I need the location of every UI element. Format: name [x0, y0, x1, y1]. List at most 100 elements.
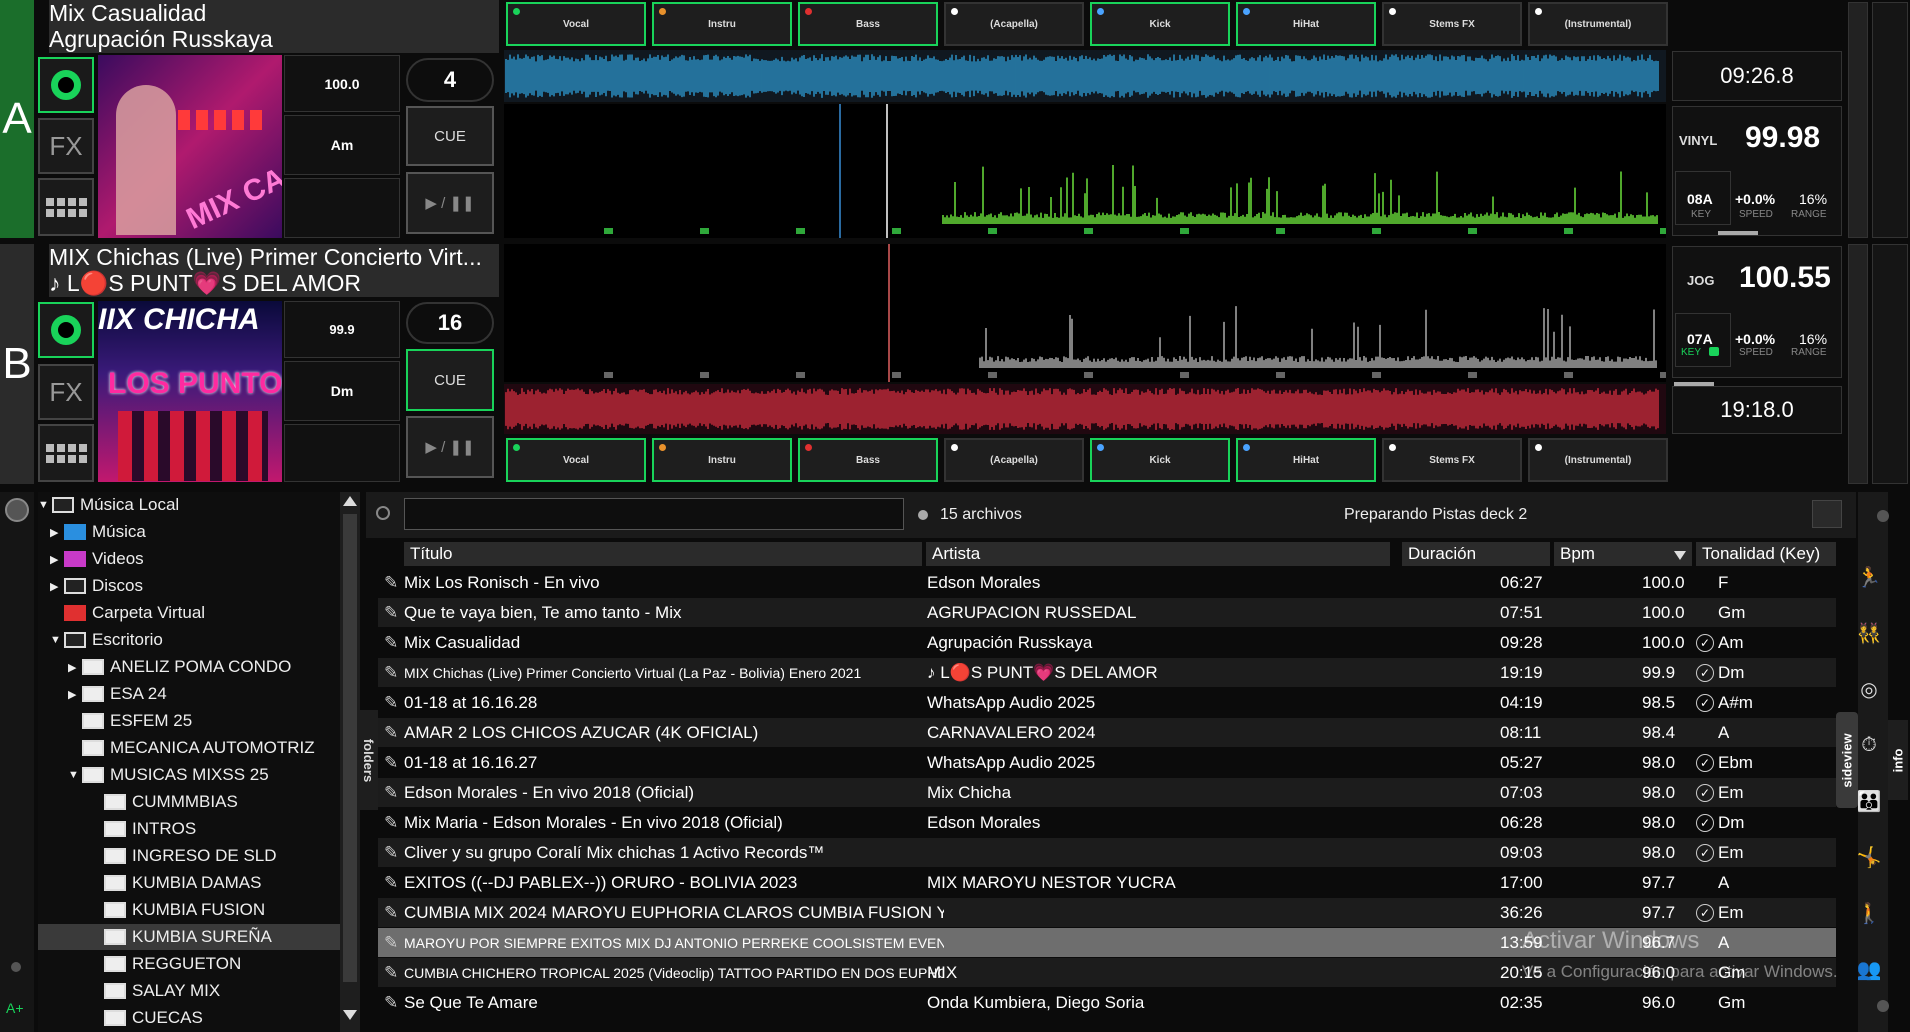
- scroll-up-icon[interactable]: [343, 496, 357, 506]
- expand-arrow-icon[interactable]: ▶: [68, 688, 82, 701]
- tree-node[interactable]: ▼ Música Local: [38, 492, 179, 518]
- table-row[interactable]: ✎ EXITOS ((--DJ PABLEX--)) ORURO - BOLIVI…: [378, 868, 1836, 897]
- list-menu-icon[interactable]: [1812, 500, 1842, 528]
- deck-a-pitch-slider[interactable]: [1718, 231, 1758, 235]
- column-header[interactable]: Bpm: [1554, 542, 1692, 566]
- tree-scrollbar[interactable]: [340, 492, 360, 1032]
- stem-instru-button[interactable]: Instru: [652, 438, 792, 482]
- scroll-down-icon[interactable]: [343, 1010, 357, 1020]
- stem-hihat-button[interactable]: HiHat: [1236, 438, 1376, 482]
- column-header[interactable]: Artista: [926, 542, 1390, 566]
- deck-b-overview-waveform[interactable]: [504, 384, 1666, 434]
- tree-node[interactable]: ▼ MUSICAS MIXSS 25: [38, 762, 269, 788]
- deck-b-pads-button[interactable]: [38, 424, 94, 482]
- sampler-icon[interactable]: 🏃: [1854, 562, 1884, 592]
- dot-icon[interactable]: [1877, 510, 1889, 522]
- deck-b-sync-button[interactable]: [38, 302, 94, 358]
- table-row[interactable]: ✎ Se Que Te Amare Onda Kumbiera, Diego Sor…: [378, 988, 1836, 1017]
- deck-a-cue-button[interactable]: CUE: [406, 106, 494, 166]
- dance-icon[interactable]: 👯: [1854, 618, 1884, 648]
- font-size-button[interactable]: A+: [6, 1000, 24, 1016]
- stem-kick-button[interactable]: Kick: [1090, 438, 1230, 482]
- deck-a-range[interactable]: 16%: [1799, 191, 1827, 207]
- table-row[interactable]: ✎ Que te vaya bien, Te amo tanto - Mix AGR…: [378, 598, 1836, 627]
- target-icon[interactable]: ◎: [1854, 674, 1884, 704]
- stem-bass-button[interactable]: Bass: [798, 2, 938, 46]
- stem-acapella-button[interactable]: (Acapella): [944, 438, 1084, 482]
- stem-instrumental-button[interactable]: (Instrumental): [1528, 438, 1668, 482]
- deck-a-waveform[interactable]: [504, 104, 1669, 238]
- deck-b-waveform[interactable]: [504, 244, 1669, 382]
- table-row[interactable]: ✎ Mix Maria - Edson Morales - En vivo 201…: [378, 808, 1836, 837]
- search-input[interactable]: [404, 498, 904, 530]
- expand-arrow-icon[interactable]: ▼: [68, 769, 82, 781]
- tree-node[interactable]: SALAY MIX: [38, 978, 220, 1004]
- table-row[interactable]: ✎ 01-18 at 16.16.28 WhatsApp Audio 2025 04:…: [378, 688, 1836, 717]
- deck-a-loop-size[interactable]: 4: [406, 58, 494, 102]
- deck-b-cue-button[interactable]: CUE: [406, 349, 494, 411]
- table-row[interactable]: ✎ CUMBIA MIX 2024 MAROYU EUPHORIA CLAROS …: [378, 898, 1836, 927]
- stem-stemsfx-button[interactable]: Stems FX: [1382, 438, 1522, 482]
- stem-instrumental-button[interactable]: (Instrumental): [1528, 2, 1668, 46]
- timer-icon[interactable]: ⏱: [1854, 730, 1884, 760]
- tree-node[interactable]: INTROS: [38, 816, 196, 842]
- tree-node[interactable]: KUMBIA FUSION: [38, 897, 265, 923]
- table-row[interactable]: ✎ MIX Chichas (Live) Primer Concierto Vir…: [378, 658, 1836, 687]
- column-header[interactable]: Tonalidad (Key): [1696, 542, 1836, 566]
- group-icon[interactable]: 👥: [1854, 954, 1884, 984]
- deck-b-play-button[interactable]: ▶ / ❚❚: [406, 416, 494, 478]
- expand-arrow-icon[interactable]: ▶: [50, 580, 64, 593]
- tree-node[interactable]: ▶ ESA 24: [38, 681, 167, 707]
- tree-node[interactable]: ESFEM 25: [38, 708, 192, 734]
- expand-arrow-icon[interactable]: ▶: [68, 661, 82, 674]
- tree-node[interactable]: CUMMMBIAS: [38, 789, 238, 815]
- deck-a-play-button[interactable]: ▶ / ❚❚: [406, 172, 494, 234]
- stem-instru-button[interactable]: Instru: [652, 2, 792, 46]
- microphone-icon[interactable]: [5, 498, 29, 522]
- tree-node[interactable]: MECANICA AUTOMOTRIZ: [38, 735, 315, 761]
- deck-a-sync-button[interactable]: [38, 57, 94, 113]
- table-row[interactable]: ✎ Edson Morales - En vivo 2018 (Oficial) M…: [378, 778, 1836, 807]
- column-header[interactable]: Título: [404, 542, 922, 566]
- table-row[interactable]: ✎ Mix Casualidad Agrupación Russkaya 09:28 1…: [378, 628, 1836, 657]
- stem-vocal-button[interactable]: Vocal: [506, 2, 646, 46]
- deck-a-pads-button[interactable]: [38, 178, 94, 236]
- gesture-icon[interactable]: 🤸: [1854, 842, 1884, 872]
- tree-node[interactable]: INGRESO DE SLD: [38, 843, 277, 869]
- table-row[interactable]: ✎ AMAR 2 LOS CHICOS AZUCAR (4K OFICIAL) CA…: [378, 718, 1836, 747]
- deck-a-overview-waveform[interactable]: [504, 50, 1666, 102]
- tree-node[interactable]: ▼ Escritorio: [38, 627, 163, 653]
- tree-node[interactable]: CUECAS: [38, 1005, 203, 1031]
- expand-arrow-icon[interactable]: ▶: [50, 553, 64, 566]
- tree-node[interactable]: ▶ ANELIZ POMA CONDO: [38, 654, 291, 680]
- deck-a-fx-button[interactable]: FX: [38, 118, 94, 174]
- stem-acapella-button[interactable]: (Acapella): [944, 2, 1084, 46]
- deck-a-scrollbar[interactable]: [1848, 2, 1868, 238]
- people-icon[interactable]: 👪: [1854, 786, 1884, 816]
- tree-node[interactable]: Carpeta Virtual: [38, 600, 205, 626]
- expand-arrow-icon[interactable]: ▶: [50, 526, 64, 539]
- folders-tab[interactable]: folders: [360, 710, 378, 810]
- deck-b-mode[interactable]: JOG: [1687, 273, 1714, 288]
- tree-node[interactable]: KUMBIA SUREÑA: [38, 924, 340, 950]
- folder-tree[interactable]: ▼ Música Local ▶ Música ▶ Videos ▶ Discos Carpet…: [38, 492, 340, 1032]
- tree-node[interactable]: REGGUETON: [38, 951, 241, 977]
- walker-icon[interactable]: 🚶: [1854, 898, 1884, 928]
- stem-vocal-button[interactable]: Vocal: [506, 438, 646, 482]
- column-header[interactable]: Duración: [1402, 542, 1550, 566]
- tree-node[interactable]: KUMBIA DAMAS: [38, 870, 261, 896]
- tree-node[interactable]: ▶ Discos: [38, 573, 143, 599]
- tree-node[interactable]: ▶ Música: [38, 519, 146, 545]
- expand-arrow-icon[interactable]: ▼: [38, 499, 52, 511]
- tree-node[interactable]: ▶ Videos: [38, 546, 144, 572]
- deck-b-loop-size[interactable]: 16: [406, 302, 494, 344]
- stem-kick-button[interactable]: Kick: [1090, 2, 1230, 46]
- dot-icon[interactable]: [11, 962, 21, 972]
- stem-stemsfx-button[interactable]: Stems FX: [1382, 2, 1522, 46]
- deck-b-range[interactable]: 16%: [1799, 331, 1827, 347]
- info-tab[interactable]: info: [1888, 720, 1908, 800]
- deck-b-fx-button[interactable]: FX: [38, 364, 94, 420]
- table-row[interactable]: ✎ Mix Los Ronisch - En vivo Edson Morales 0…: [378, 568, 1836, 597]
- stem-hihat-button[interactable]: HiHat: [1236, 2, 1376, 46]
- table-row[interactable]: ✎ Cliver y su grupo Coralí Mix chichas 1 …: [378, 838, 1836, 867]
